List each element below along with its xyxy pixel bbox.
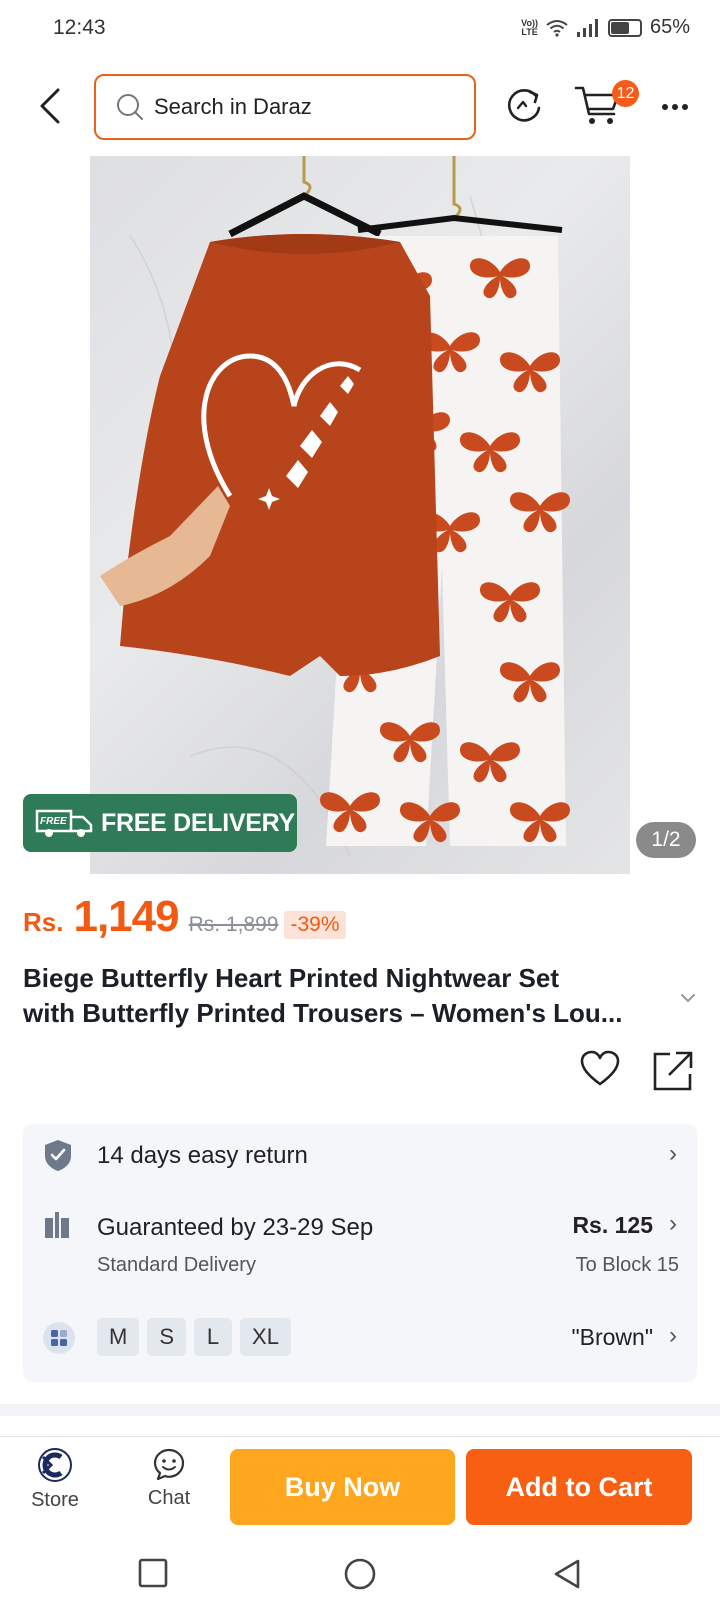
search-placeholder: Search in Daraz [154,94,312,119]
wifi-icon [546,19,568,37]
store-logo-icon [38,1448,72,1482]
dot-icon [662,104,668,110]
share-button[interactable] [652,1050,694,1092]
size-option-xl[interactable]: XL [240,1318,291,1356]
back-triangle-icon[interactable] [552,1558,582,1590]
package-icon [45,1212,69,1238]
size-option-s[interactable]: S [147,1318,187,1356]
price-original: Rs. 1,899 [188,913,279,936]
system-navigation-bar [0,1540,720,1612]
back-button[interactable] [30,84,70,128]
delivery-destination: To Block 15 [575,1254,679,1276]
refresh-icon [507,89,541,122]
free-delivery-label: FREE DELIVERY [101,808,295,837]
image-counter: 1/2 [636,822,696,858]
size-option-l[interactable]: L [194,1318,233,1356]
chat-icon [153,1448,185,1481]
battery-percent: 65% [649,16,690,38]
chevron-right-icon: › [669,1210,677,1237]
store-label: Store [31,1489,79,1511]
delivery-price: Rs. 125 [572,1212,653,1238]
status-time: 12:43 [53,16,106,39]
product-title[interactable]: Biege Butterfly Heart Printed Nightwear … [23,961,663,1031]
battery-fill [610,21,630,34]
expand-title-button[interactable] [676,986,700,1010]
dot-icon [672,104,678,110]
status-bar: 12:43 Vo)) LTE 65% [0,0,720,58]
wishlist-button[interactable] [580,1050,620,1088]
chevron-right-icon: › [669,1140,677,1167]
refresh-button[interactable] [502,84,546,128]
search-icon [117,94,143,120]
delivery-type-label: Standard Delivery [97,1254,256,1276]
volte-icon: Vo)) LTE [521,18,538,37]
price-current: 1,149 [73,892,179,941]
delivery-truck-icon: FREE [35,809,93,837]
chat-label: Chat [147,1487,191,1509]
return-policy-label: 14 days easy return [97,1142,308,1169]
delivery-guarantee-label: Guaranteed by 23-29 Sep [97,1214,374,1241]
battery-icon [607,18,642,37]
product-title-line2: with Butterfly Printed Trousers – Women'… [23,998,623,1028]
search-input[interactable]: Search in Daraz [94,74,476,140]
status-icons: Vo)) LTE 65% [521,16,690,39]
chevron-left-icon [40,88,60,124]
bottom-action-bar: Store Chat Buy Now Add to Cart [0,1437,720,1537]
home-icon[interactable] [344,1558,376,1590]
variants-icon [43,1322,75,1354]
chevron-right-icon: › [669,1322,677,1349]
discount-badge: -39% [284,911,346,939]
share-icon [653,1051,693,1091]
price-row: Rs. 1,149 Rs. 1,899 -39% [23,892,346,952]
product-title-line1: Biege Butterfly Heart Printed Nightwear … [23,963,559,993]
cart-count-badge: 12 [612,80,639,107]
shield-check-icon [45,1140,71,1171]
more-options-button[interactable] [655,92,695,122]
free-delivery-badge: FREE FREE DELIVERY [23,794,297,852]
volte-bottom-text: LTE [521,26,538,37]
size-option-m[interactable]: M [97,1318,140,1356]
return-policy-row[interactable]: 14 days easy return › [23,1124,697,1186]
section-divider [0,1404,720,1416]
buy-now-button[interactable]: Buy Now [230,1449,455,1525]
selected-color-value: "Brown" [571,1324,653,1350]
size-options: M S L XL [97,1318,291,1356]
recent-apps-icon[interactable] [138,1558,168,1588]
free-badge-text: FREE [40,816,67,827]
delivery-row[interactable]: Guaranteed by 23-29 Sep Standard Deliver… [23,1190,697,1302]
store-button[interactable]: Store [10,1447,100,1527]
top-bar: Search in Daraz 12 [0,72,720,140]
signal-icon [576,18,598,37]
chat-button[interactable]: Chat [124,1447,214,1527]
chevron-down-icon [681,994,695,1003]
product-image[interactable] [90,156,630,874]
dot-icon [682,104,688,110]
price-currency: Rs. [23,907,64,937]
service-info-card: 14 days easy return › Guaranteed by 23-2… [23,1124,697,1382]
heart-icon [580,1050,620,1086]
add-to-cart-button[interactable]: Add to Cart [466,1449,692,1525]
product-photo [100,156,570,857]
variant-row[interactable]: M S L XL "Brown" › [23,1304,697,1374]
